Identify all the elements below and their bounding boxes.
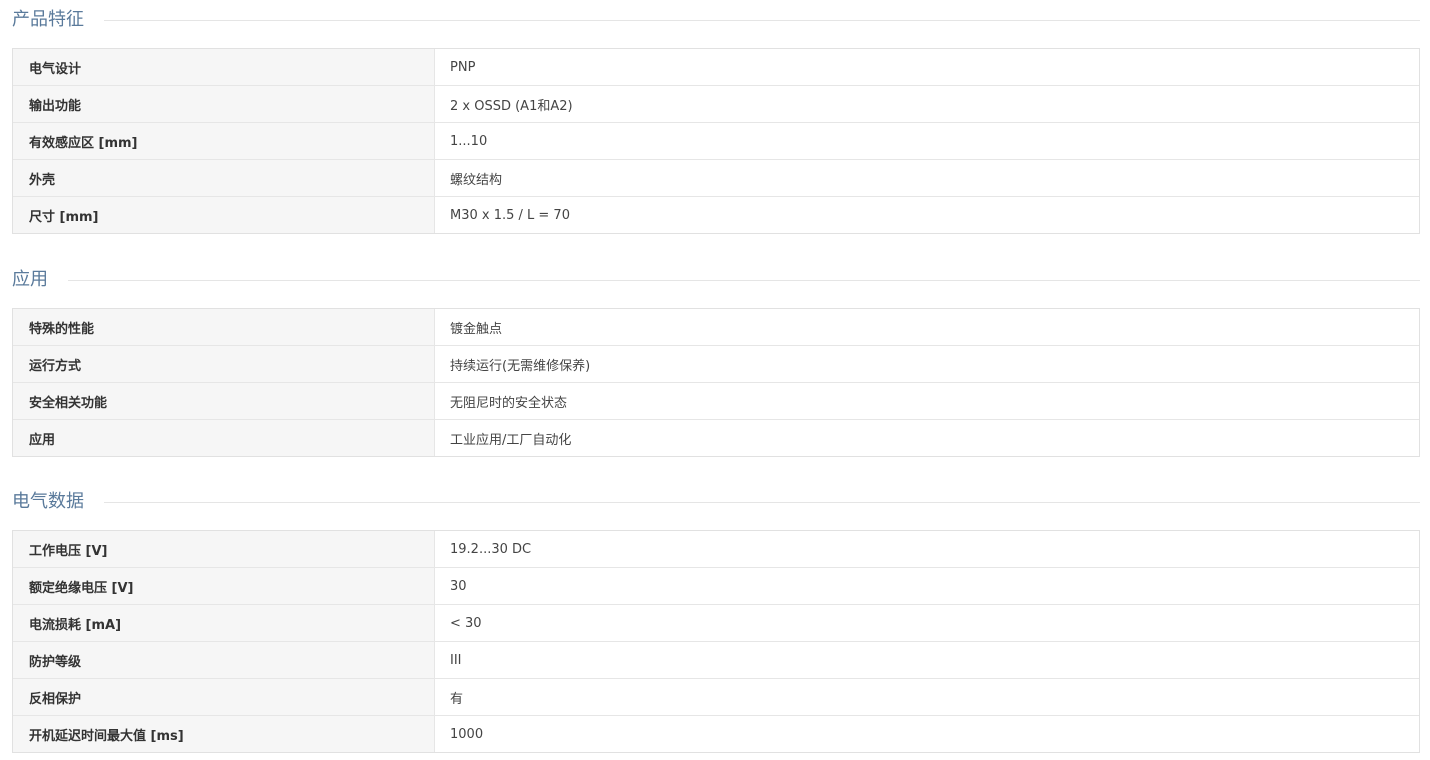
section-header: 产品特征 — [12, 0, 1420, 40]
spec-label: 输出功能 — [13, 86, 435, 122]
table-row: 输出功能 2 x OSSD (A1和A2) — [13, 85, 1419, 122]
spec-label: 安全相关功能 — [13, 383, 435, 419]
spec-value: 有 — [450, 691, 464, 707]
table-row: 开机延迟时间最大值 [ms] 1000 — [13, 715, 1419, 752]
spec-value: III — [450, 652, 462, 668]
spec-value: 工业应用/工厂自动化 — [450, 432, 572, 448]
spec-label: 额定绝缘电压 [V] — [13, 568, 435, 604]
table-row: 防护等级 III — [13, 641, 1419, 678]
spec-label: 电流损耗 [mA] — [13, 605, 435, 641]
section-electrical-data: 电气数据 工作电压 [V] 19.2...30 DC 额定绝缘电压 [V] 30… — [12, 482, 1420, 753]
spec-table: 特殊的性能 镀金触点 运行方式 持续运行(无需维修保养) 安全相关功能 无阻尼时… — [12, 308, 1420, 457]
section-divider — [12, 20, 1420, 21]
spec-table: 电气设计 PNP 输出功能 2 x OSSD (A1和A2) 有效感应区 [mm… — [12, 48, 1420, 234]
spec-table: 工作电压 [V] 19.2...30 DC 额定绝缘电压 [V] 30 电流损耗… — [12, 530, 1420, 753]
product-spec-page: 产品特征 电气设计 PNP 输出功能 2 x OSSD (A1和A2) 有效感应… — [0, 0, 1430, 760]
table-row: 工作电压 [V] 19.2...30 DC — [13, 531, 1419, 567]
table-row: 外壳 螺纹结构 — [13, 159, 1419, 196]
section-divider — [12, 502, 1420, 503]
spec-label: 反相保护 — [13, 679, 435, 715]
spec-value: 无阻尼时的安全状态 — [450, 395, 568, 411]
section-product-features: 产品特征 电气设计 PNP 输出功能 2 x OSSD (A1和A2) 有效感应… — [12, 0, 1420, 234]
section-header: 应用 — [12, 260, 1420, 300]
spec-label: 尺寸 [mm] — [13, 197, 435, 233]
table-row: 电气设计 PNP — [13, 49, 1419, 85]
section-title: 应用 — [12, 268, 68, 292]
spec-value: 镀金触点 — [450, 321, 503, 337]
spec-label: 应用 — [13, 420, 435, 456]
spec-label: 运行方式 — [13, 346, 435, 382]
spec-value: 螺纹结构 — [450, 172, 503, 188]
spec-value: 2 x OSSD (A1和A2) — [450, 98, 573, 114]
spec-value: 持续运行(无需维修保养) — [450, 358, 591, 374]
table-row: 运行方式 持续运行(无需维修保养) — [13, 345, 1419, 382]
table-row: 应用 工业应用/工厂自动化 — [13, 419, 1419, 456]
spec-label: 有效感应区 [mm] — [13, 123, 435, 159]
spec-label: 开机延迟时间最大值 [ms] — [13, 716, 435, 752]
spec-value: M30 x 1.5 / L = 70 — [450, 207, 570, 223]
table-row: 尺寸 [mm] M30 x 1.5 / L = 70 — [13, 196, 1419, 233]
section-divider — [12, 280, 1420, 281]
table-row: 额定绝缘电压 [V] 30 — [13, 567, 1419, 604]
section-header: 电气数据 — [12, 482, 1420, 522]
section-applications: 应用 特殊的性能 镀金触点 运行方式 持续运行(无需维修保养) 安全相关功能 无… — [12, 260, 1420, 457]
section-title: 电气数据 — [12, 490, 104, 514]
spec-value: < 30 — [450, 615, 482, 631]
table-row: 电流损耗 [mA] < 30 — [13, 604, 1419, 641]
spec-label: 工作电压 [V] — [13, 531, 435, 567]
table-row: 反相保护 有 — [13, 678, 1419, 715]
spec-value: PNP — [450, 59, 476, 75]
spec-label: 外壳 — [13, 160, 435, 196]
spec-value: 30 — [450, 578, 467, 594]
table-row: 安全相关功能 无阻尼时的安全状态 — [13, 382, 1419, 419]
table-row: 有效感应区 [mm] 1...10 — [13, 122, 1419, 159]
section-title: 产品特征 — [12, 8, 104, 32]
spec-label: 特殊的性能 — [13, 309, 435, 345]
spec-label: 防护等级 — [13, 642, 435, 678]
spec-label: 电气设计 — [13, 49, 435, 85]
table-row: 特殊的性能 镀金触点 — [13, 309, 1419, 345]
spec-value: 19.2...30 DC — [450, 541, 532, 557]
spec-value: 1...10 — [450, 133, 488, 149]
spec-value: 1000 — [450, 726, 484, 742]
